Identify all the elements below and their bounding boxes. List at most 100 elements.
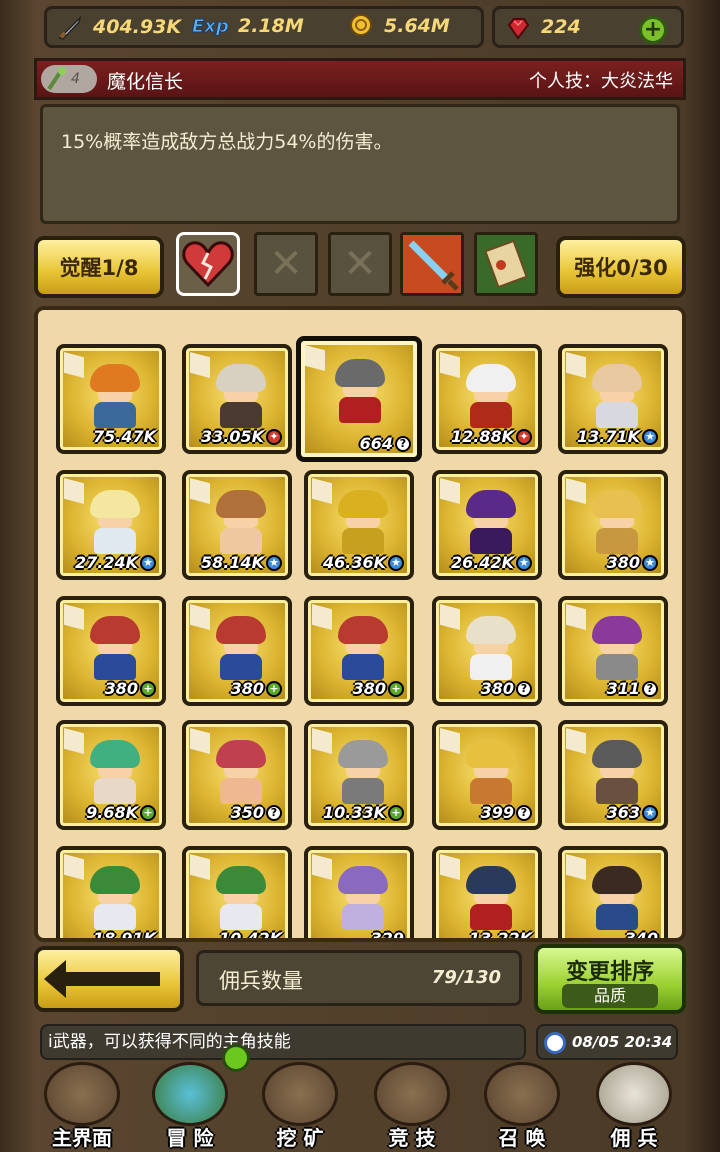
hero-card[interactable]: 58.14K ★ [182,470,292,580]
nav-label: 挖 矿 [276,1126,324,1150]
hero-card[interactable]: 664? [296,336,422,462]
hero-card[interactable]: 33.05K ✦ [182,344,292,454]
hero-card[interactable]: 13.71K ★ [558,344,668,454]
sort-mode: 品质 [562,984,658,1008]
rank-badge-icon: ? [516,804,532,821]
nav-arena[interactable]: 竞 技 [360,1062,464,1152]
hero-power: 13.22K [469,929,532,938]
ruby-icon [507,18,530,40]
nav-adventure[interactable]: 冒 险 [138,1062,242,1152]
scroll-item-slot[interactable] [474,232,538,296]
hero-card[interactable]: 9.68K + [56,720,166,830]
gold-value: 5.64M [384,15,450,37]
card-flag-icon [190,478,210,504]
hero-power: 363 ★ [607,803,658,822]
crossed-swords-icon [374,1062,450,1126]
sort-button[interactable]: 变更排序 品质 [534,944,686,1014]
hero-card[interactable]: 18.91K [56,846,166,942]
enhance-button[interactable]: 强化0/30 [556,236,686,298]
hero-card[interactable]: 380 + [56,596,166,706]
card-flag-icon [190,854,210,880]
scroll-icon [477,235,535,293]
hero-card[interactable]: 380? [432,596,542,706]
skill-type: 个人技：大炎法华 [529,71,673,92]
hero-count-bar: 佣兵数量 79/130 [196,950,522,1006]
rank-badge-icon: ★ [642,428,658,445]
exp-value: 2.18M [238,15,304,37]
hero-card[interactable]: 329 [304,846,414,938]
hero-portrait [462,364,520,428]
hero-power-value: 58.14K [200,553,264,572]
hero-power: 380 + [105,679,156,698]
hero-power-value: 12.88K [450,427,514,446]
bottom-nav: 主界面 冒 险 挖 矿 竞 技 召 唤 佣 兵 [30,1062,690,1152]
nav-mercenary[interactable]: 佣 兵 [582,1062,686,1152]
card-flag-icon [312,478,332,504]
hero-power: 380 ★ [607,553,658,572]
awaken-button[interactable]: 觉醒1/8 [34,236,164,298]
hero-portrait [86,866,144,930]
hero-card[interactable]: 380 ★ [558,470,668,580]
hero-card[interactable]: 350? [182,720,292,830]
hero-power-value: 380 [352,679,386,698]
hero-power-value: 380 [230,679,264,698]
sword-item-slot[interactable] [400,232,464,296]
rank-badge-icon: ★ [140,554,156,571]
hero-card[interactable]: 10.33K + [304,720,414,830]
skill-description: 15%概率造成敌方总战力54%的伤害。 [61,131,393,153]
card-flag-icon [566,728,586,754]
hero-card[interactable]: 13.22K [432,846,542,938]
hero-portrait [462,866,520,930]
rank-badge-icon: + [140,680,156,697]
hero-power-value: 380 [606,553,640,572]
card-flag-icon [64,352,84,378]
nav-mining[interactable]: 挖 矿 [248,1062,352,1152]
card-flag-icon [190,604,210,630]
hero-card[interactable]: 12.88K ✦ [432,344,542,454]
rank-badge-icon: ★ [266,554,282,571]
svg-text:Exp: Exp [192,16,228,37]
hero-card[interactable]: 75.47K [56,344,166,454]
gem-panel: 224 + [492,6,684,48]
tent-icon [596,1062,672,1126]
rank-badge-icon: ★ [642,554,658,571]
rank-badge-icon: + [388,804,404,821]
hero-card[interactable]: 26.42K ★ [432,470,542,580]
hero-portrait [588,616,646,680]
hero-power-value: 664 [359,434,393,453]
hero-card[interactable]: 10.42K [182,846,292,938]
skill-level-badge: 4 [41,65,97,93]
add-gems-button[interactable]: + [639,16,667,44]
card-flag-icon [566,352,586,378]
hero-power-value: 18.91K [92,929,156,942]
hero-portrait [462,490,520,554]
nav-summon[interactable]: 召 唤 [470,1062,574,1152]
hero-card[interactable]: 311? [558,596,668,706]
hero-power: 26.42K ★ [451,553,532,572]
hero-count-value: 79/130 [431,967,501,988]
notification-dot [222,1044,250,1072]
hero-power: 9.68K + [86,803,156,822]
hero-power: 18.91K [92,929,156,942]
hero-card[interactable]: 27.24K ★ [56,470,166,580]
card-flag-icon [190,728,210,754]
rank-badge-icon: ★ [642,804,658,821]
hero-power: 311? [607,679,658,698]
nav-main[interactable]: 主界面 [30,1062,134,1152]
nav-label: 佣 兵 [610,1126,658,1150]
back-button[interactable] [34,946,184,1012]
hero-card[interactable]: 363 ★ [558,720,668,830]
hero-power: 10.42K [219,929,282,938]
hero-card[interactable]: 399? [432,720,542,830]
hero-power: 399? [481,803,532,822]
hero-power-value: 75.47K [92,427,156,446]
hero-card[interactable]: 46.36K ★ [304,470,414,580]
hero-card[interactable]: 380 + [304,596,414,706]
hero-portrait [212,866,270,930]
rank-badge-icon: + [140,804,156,821]
broken-heart-slot[interactable] [176,232,240,296]
hero-card[interactable]: 380 + [182,596,292,706]
hero-card[interactable]: 340 [558,846,668,938]
rank-badge-icon: ? [395,435,411,452]
hero-portrait [462,740,520,804]
